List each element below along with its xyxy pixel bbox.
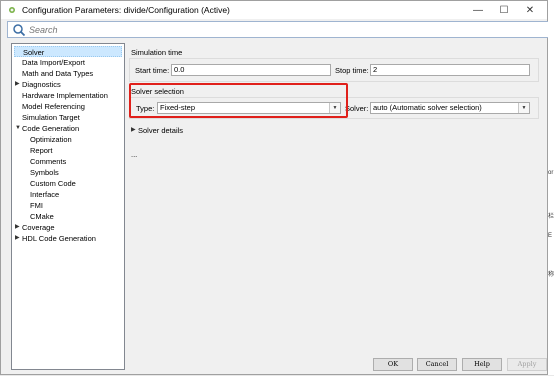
tree-item-solver[interactable]: Solver [14,46,122,57]
collapse-arrow-icon[interactable]: ▼ [15,123,21,134]
edge-text: or [548,170,554,176]
tree-item-label: Math and Data Types [22,69,94,78]
expand-arrow-icon[interactable]: ▶ [131,125,136,136]
tree-item-interface[interactable]: Interface [30,189,59,200]
edge-text: 栏 [548,214,554,220]
edge-text: E [548,233,553,239]
tree-item-custom-code[interactable]: Custom Code [30,178,76,189]
tree-item-symbols[interactable]: Symbols [30,167,59,178]
tree-item-label: Solver [23,48,45,57]
expand-arrow-icon[interactable]: ▶ [15,222,20,233]
close-button[interactable]: ✕ [517,1,543,19]
config-dialog: Configuration Parameters: divide/Configu… [0,0,549,376]
tree-item-label: Code Generation [22,124,80,133]
tree-item-label: HDL Code Generation [22,234,96,243]
stop-time-label: Stop time: [335,66,369,75]
tree-item-label: Diagnostics [22,80,61,89]
solver-details-toggle[interactable]: Solver details [138,126,183,135]
tree-item-label: Coverage [22,223,55,232]
expand-arrow-icon[interactable]: ▶ [15,233,20,244]
search-icon [12,23,26,37]
simulation-time-title: Simulation time [131,48,183,57]
tree-item-model-referencing[interactable]: Model Referencing [22,101,85,112]
apply-button[interactable]: Apply [507,358,547,371]
tree-item-report[interactable]: Report [30,145,53,156]
tree-item-label: FMI [30,201,43,210]
tree-item-simulation-target[interactable]: Simulation Target [22,112,80,123]
tree-item-label: Custom Code [30,179,76,188]
tree-item-optimization[interactable]: Optimization [30,134,72,145]
tree-item-hardware-implementation[interactable]: Hardware Implementation [22,90,108,101]
search-bar[interactable] [7,21,549,38]
help-button[interactable]: Help [462,358,502,371]
chevron-down-icon[interactable]: ▼ [518,103,529,113]
tree-item-label: Interface [30,190,60,199]
tree-item-label: Simulation Target [22,113,80,122]
tree-item-diagnostics[interactable]: Diagnostics [22,79,61,90]
tree-item-cmake[interactable]: CMake [30,211,54,222]
solver-select-value: auto (Automatic solver selection) [373,103,482,112]
tree-item-label: CMake [30,212,54,221]
tree-item-label: Comments [30,157,67,166]
solver-select[interactable]: auto (Automatic solver selection) ▼ [370,102,530,114]
tree-item-hdl-code-generation[interactable]: HDL Code Generation [22,233,96,244]
tree-item-comments[interactable]: Comments [30,156,66,167]
more-options-ellipsis: ... [131,150,138,159]
tree-item-label: Symbols [30,168,59,177]
tree-item-data-import-export[interactable]: Data Import/Export [22,57,85,68]
tree-item-label: Optimization [30,135,72,144]
tree-item-code-generation[interactable]: Code Generation [22,123,79,134]
window-title: Configuration Parameters: divide/Configu… [22,5,230,15]
red-highlight-box [129,83,348,118]
edge-text: 称 [548,272,554,278]
stop-time-field[interactable]: 2 [370,64,530,76]
cancel-button[interactable]: Cancel [417,358,457,371]
title-bar[interactable]: Configuration Parameters: divide/Configu… [1,1,547,19]
maximize-button[interactable]: ☐ [491,1,517,19]
tree-item-label: Data Import/Export [22,58,85,67]
tree-item-label: Report [30,146,53,155]
tree-item-label: Model Referencing [22,102,85,111]
solver-label: Solver: [345,104,369,113]
tree-item-math-data-types[interactable]: Math and Data Types [22,68,93,79]
search-input[interactable] [29,24,509,35]
solver-panel: Simulation time Start time: 0.0 Stop tim… [129,43,539,356]
ok-button[interactable]: OK [373,358,413,371]
start-time-label: Start time: [135,66,170,75]
expand-arrow-icon[interactable]: ▶ [15,79,20,90]
category-tree: Solver Data Import/Export Math and Data … [11,43,125,370]
tree-item-coverage[interactable]: Coverage [22,222,55,233]
tree-item-fmi[interactable]: FMI [30,200,43,211]
background-window-edge: or 栏 E 称 [548,0,554,375]
minimize-button[interactable]: — [465,1,491,19]
start-time-field[interactable]: 0.0 [171,64,331,76]
tree-item-label: Hardware Implementation [22,91,108,100]
dialog-footer: OK Cancel Help Apply [1,356,549,376]
matlab-logo-icon [7,5,17,15]
